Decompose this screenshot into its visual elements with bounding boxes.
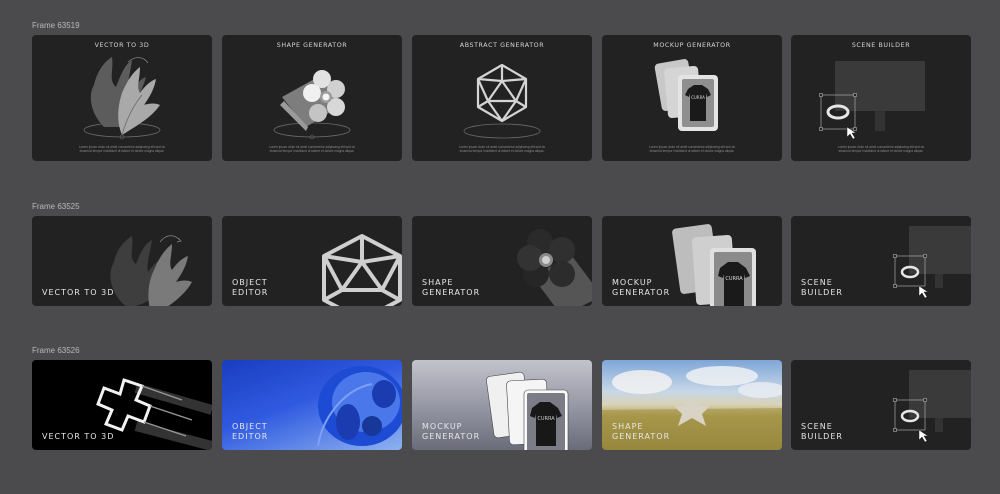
frame-label-3: Frame 63526 (32, 346, 80, 355)
banner-title: MOCKUP GENERATOR (612, 278, 671, 297)
banner-title: SCENE BUILDER (801, 278, 843, 297)
card-vector-to-3d-photo[interactable]: VECTOR TO 3D (32, 360, 212, 450)
card-scene-builder[interactable]: SCENE BUILDER Lorem ipsum dolor sit amet… (791, 35, 971, 161)
banner-title: VECTOR TO 3D (42, 432, 115, 441)
cursor-icon (918, 429, 929, 443)
card-abstract-generator[interactable]: ABSTRACT GENERATOR Lorem ipsum dolor sit… (412, 35, 592, 161)
card-scene-builder-banner[interactable]: SCENE BUILDER (791, 216, 971, 306)
banner-title: SHAPE GENERATOR (422, 278, 481, 297)
card-description: Lorem ipsum dolor sit amet consectetur a… (268, 145, 356, 153)
card-description: Lorem ipsum dolor sit amet consectetur a… (458, 145, 546, 153)
card-mockup-generator-banner[interactable]: CURRA MOCKUP GENERATOR (602, 216, 782, 306)
card-vector-to-3d[interactable]: VECTOR TO 3D Lorem ipsum dolor sit amet … (32, 35, 212, 161)
flower-3d-illustration (273, 70, 351, 140)
mockup-cards-illustration: CURRA (654, 59, 718, 131)
card-mockup-generator[interactable]: MOCKUP GENERATOR CURRA Lorem ipsum dolor… (602, 35, 782, 161)
frame-label-2: Frame 63525 (32, 202, 80, 211)
card-shape-generator-photo[interactable]: SHAPE GENERATOR (602, 360, 782, 450)
leaf-3d-illustration (83, 57, 161, 140)
cursor-icon (918, 285, 929, 299)
card-description: Lorem ipsum dolor sit amet consectetur a… (837, 145, 925, 153)
card-shape-generator-banner[interactable]: SHAPE GENERATOR (412, 216, 592, 306)
banner-title: SCENE BUILDER (801, 422, 843, 441)
scene-builder-illustration (819, 61, 925, 140)
card-vector-to-3d-banner[interactable]: VECTOR TO 3D (32, 216, 212, 306)
frame-label-1: Frame 63519 (32, 21, 80, 30)
svg-text:CURRA: CURRA (537, 416, 555, 422)
card-object-editor-photo[interactable]: OBJECT EDITOR (222, 360, 402, 450)
card-shape-generator[interactable]: SHAPE GENERATOR Lorem ipsum dolor sit am… (222, 35, 402, 161)
banner-title: OBJECT EDITOR (232, 422, 269, 441)
banner-title: OBJECT EDITOR (232, 278, 269, 297)
banner-title: SHAPE GENERATOR (612, 422, 671, 441)
card-description: Lorem ipsum dolor sit amet consectetur a… (78, 145, 166, 153)
icosahedron-illustration (463, 63, 541, 139)
card-scene-builder-photo[interactable]: SCENE BUILDER (791, 360, 971, 450)
svg-text:CURRA: CURRA (725, 276, 743, 282)
card-mockup-generator-photo[interactable]: CURRA MOCKUP GENERATOR (412, 360, 592, 450)
banner-title: VECTOR TO 3D (42, 288, 115, 297)
svg-text:CURRA: CURRA (691, 95, 705, 100)
card-description: Lorem ipsum dolor sit amet consectetur a… (648, 145, 736, 153)
card-object-editor-banner[interactable]: OBJECT EDITOR (222, 216, 402, 306)
banner-title: MOCKUP GENERATOR (422, 422, 481, 441)
